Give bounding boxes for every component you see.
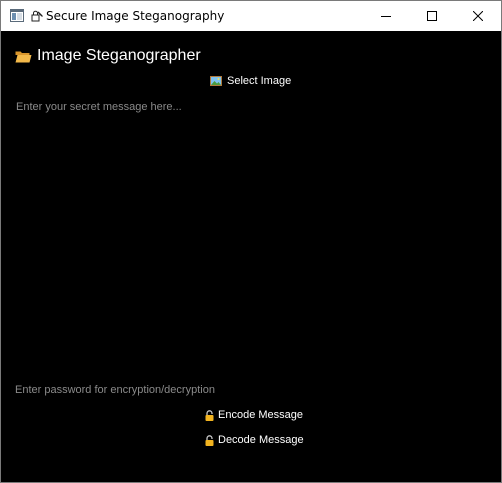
app-window: Secure Image Steganography Image Stegano… (0, 0, 502, 483)
lock-icon (205, 434, 214, 446)
decode-message-label: Decode Message (218, 434, 304, 446)
select-image-label: Select Image (227, 75, 292, 87)
minimize-icon (381, 16, 391, 17)
app-header: Image Steganographer (15, 45, 201, 67)
encode-message-label: Encode Message (218, 409, 303, 421)
close-button[interactable] (455, 1, 501, 31)
minimize-button[interactable] (363, 1, 409, 31)
maximize-icon (427, 11, 437, 21)
maximize-button[interactable] (409, 1, 455, 31)
close-icon (473, 11, 483, 21)
lock-with-pen-icon (31, 10, 43, 22)
encode-message-button[interactable]: Encode Message (205, 406, 303, 424)
lock-icon (205, 409, 214, 421)
window-title: Secure Image Steganography (46, 9, 225, 23)
title-bar[interactable]: Secure Image Steganography (1, 1, 501, 31)
select-image-button[interactable]: Select Image (210, 72, 291, 90)
page-title: Image Steganographer (37, 47, 201, 64)
window-app-icon (10, 9, 24, 22)
secret-message-input[interactable] (7, 93, 495, 367)
main-content: Image Steganographer Select Image Encode… (1, 31, 501, 482)
decode-message-button[interactable]: Decode Message (205, 431, 304, 449)
open-folder-icon (15, 51, 32, 62)
password-field[interactable] (7, 380, 495, 400)
framed-picture-icon (210, 76, 222, 86)
